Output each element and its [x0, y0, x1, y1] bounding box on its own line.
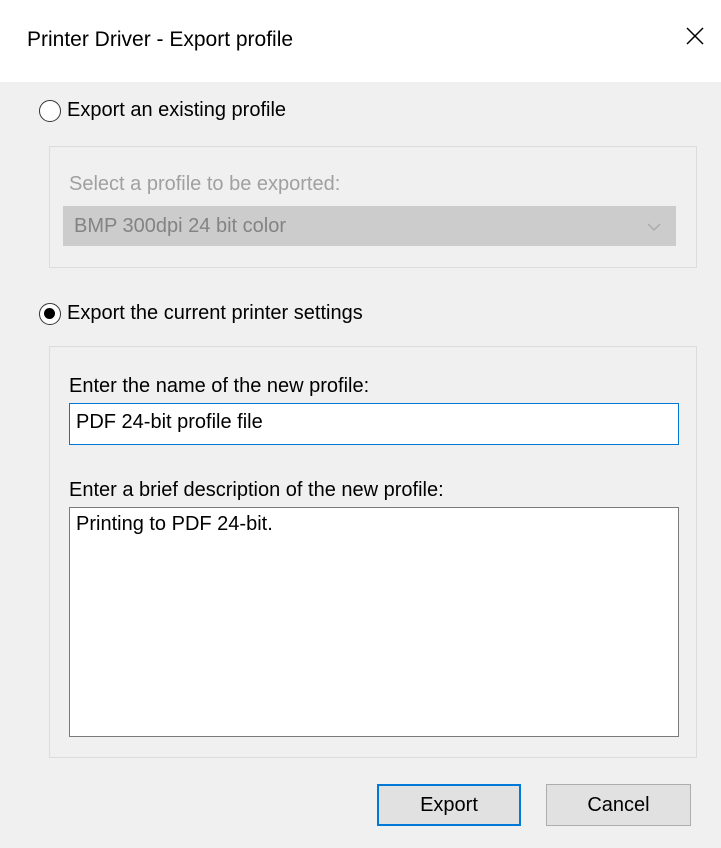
cancel-button[interactable]: Cancel [546, 784, 691, 826]
export-button[interactable]: Export [377, 784, 521, 826]
export-current-label: Export the current printer settings [67, 302, 363, 324]
current-settings-group: Enter the name of the new profile: PDF 2… [49, 346, 697, 758]
profile-select-value: BMP 300dpi 24 bit color [74, 214, 286, 237]
radio-circle-unchecked[interactable] [39, 99, 61, 122]
close-button[interactable] [669, 14, 721, 58]
title-bar: Printer Driver - Export profile [0, 0, 721, 82]
export-current-radio[interactable]: Export the current printer settings [39, 302, 363, 325]
profile-description-label: Enter a brief description of the new pro… [69, 479, 444, 501]
profile-name-label: Enter the name of the new profile: [69, 375, 370, 397]
radio-circle-checked[interactable] [39, 302, 61, 325]
existing-profile-group: Select a profile to be exported: BMP 300… [49, 146, 697, 268]
chevron-down-icon [647, 223, 661, 231]
profile-name-input[interactable]: PDF 24-bit profile file [69, 403, 679, 445]
dialog-title: Printer Driver - Export profile [27, 28, 294, 51]
close-icon [686, 27, 704, 45]
profile-select[interactable]: BMP 300dpi 24 bit color [63, 206, 676, 246]
export-profile-dialog: Printer Driver - Export profile Export a… [0, 0, 721, 848]
select-profile-label: Select a profile to be exported: [69, 173, 341, 195]
export-existing-label: Export an existing profile [67, 99, 287, 121]
profile-description-input[interactable]: Printing to PDF 24-bit. [69, 507, 679, 737]
export-existing-radio[interactable]: Export an existing profile [39, 99, 286, 122]
